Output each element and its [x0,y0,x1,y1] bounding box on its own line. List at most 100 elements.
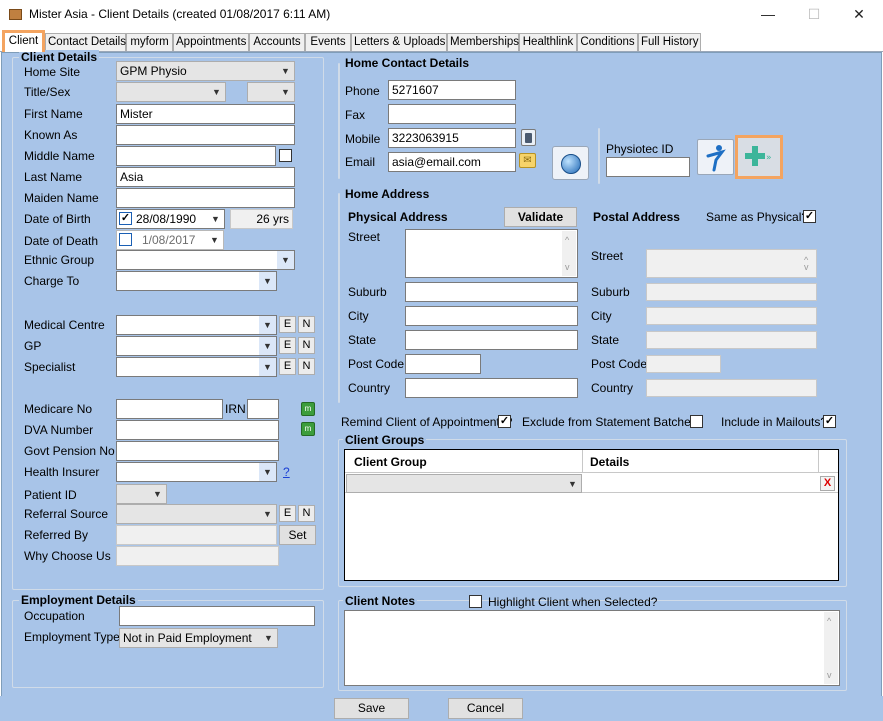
chevron-down-icon: ▼ [259,463,276,481]
dva-input[interactable] [116,420,279,440]
fax-input[interactable] [388,104,516,124]
physical-city-label: City [348,309,369,323]
exclude-checkbox[interactable] [690,415,703,428]
notes-scrollbar[interactable] [824,612,838,684]
physiotec-add-button[interactable]: » [735,135,783,179]
street-scrollbar[interactable] [562,231,576,276]
referral-edit-button[interactable]: E [279,505,296,522]
title-select[interactable]: ▼ [116,82,226,102]
highlight-checkbox[interactable] [469,595,482,608]
gp-edit-button[interactable]: E [279,337,296,354]
middle-name-input[interactable] [116,146,276,166]
tab-full-history[interactable]: Full History [638,33,701,51]
physical-street-input[interactable] [405,229,578,278]
physical-suburb-input[interactable] [405,282,578,302]
tab-letters-uploads[interactable]: Letters & Uploads [351,33,447,51]
irn-input[interactable] [247,399,279,419]
dva-lookup-icon[interactable]: m [301,422,315,436]
tab-healthlink[interactable]: Healthlink [519,33,577,51]
dod-checkbox[interactable] [119,233,132,246]
ethnic-group-label: Ethnic Group [24,253,95,267]
specialist-new-button[interactable]: N [298,358,315,375]
dod-picker[interactable]: 1/08/2017 ▼ [116,230,224,250]
tab-conditions[interactable]: Conditions [577,33,638,51]
health-insurer-select[interactable]: ▼ [116,462,277,482]
minimize-button[interactable]: — [758,5,778,23]
medicare-lookup-icon[interactable]: m [301,402,315,416]
postal-street-label: Street [591,249,624,263]
physical-state-label: State [348,333,377,347]
known-as-input[interactable] [116,125,295,145]
specialist-select[interactable]: ▼ [116,357,277,377]
mobile-input[interactable]: 3223063915 [388,128,516,148]
tab-contact-details[interactable]: Contact Details [45,33,126,51]
physical-postcode-input[interactable] [405,354,481,374]
occupation-input[interactable] [119,606,315,626]
email-envelope-icon[interactable]: ✉ [519,153,536,168]
postal-street-scrollbar[interactable] [801,251,815,276]
middle-name-checkbox[interactable] [279,149,292,162]
sex-select[interactable]: ▼ [247,82,295,102]
physiotec-person-icon[interactable] [697,139,734,175]
mobile-sms-icon[interactable] [521,129,536,146]
gp-new-button[interactable]: N [298,337,315,354]
delete-row-icon[interactable]: X [820,476,835,491]
client-group-select[interactable]: ▼ [346,474,582,493]
physiotec-label: Physiotec ID [606,142,674,156]
tab-client[interactable]: Client [2,30,45,52]
tab-myform[interactable]: myform [126,33,173,51]
referred-by-set-button[interactable]: Set [279,525,316,545]
postal-postcode-input[interactable] [646,355,721,373]
referral-new-button[interactable]: N [298,505,315,522]
charge-to-select[interactable]: ▼ [116,271,277,291]
employment-type-select[interactable]: Not in Paid Employment ▼ [119,628,278,648]
close-button[interactable]: ✕ [849,5,869,23]
medical-centre-select[interactable]: ▼ [116,315,277,335]
insurer-help-link[interactable]: ? [283,465,290,479]
medical-centre-new-button[interactable]: N [298,316,315,333]
postal-street-input[interactable] [646,249,817,278]
remind-label: Remind Client of Appointments? [341,415,513,429]
cancel-button[interactable]: Cancel [448,698,523,719]
home-site-select[interactable]: GPM Physio ▼ [116,61,295,81]
tab-events[interactable]: Events [305,33,351,51]
tab-appointments[interactable]: Appointments [173,33,249,51]
ethnic-group-select[interactable]: ▼ [116,250,295,270]
last-name-input[interactable]: Asia [116,167,295,187]
col-client-group[interactable]: Client Group [354,455,427,469]
same-as-physical-checkbox[interactable]: ✓ [803,210,816,223]
why-choose-us-input[interactable] [116,546,279,566]
remind-checkbox[interactable]: ✓ [498,415,511,428]
referred-by-input[interactable] [116,525,277,545]
postal-city-input[interactable] [646,307,817,325]
globe-icon[interactable] [552,146,589,180]
referral-source-select[interactable]: ▼ [116,504,277,524]
specialist-edit-button[interactable]: E [279,358,296,375]
first-name-input[interactable]: Mister [116,104,295,124]
medical-centre-edit-button[interactable]: E [279,316,296,333]
validate-button[interactable]: Validate [504,207,577,227]
dob-checkbox[interactable]: ✓ [119,212,132,225]
medicare-input[interactable] [116,399,223,419]
postal-country-input[interactable] [646,379,817,397]
physical-city-input[interactable] [405,306,578,326]
mailouts-checkbox[interactable]: ✓ [823,415,836,428]
maximize-button[interactable]: ☐ [804,5,824,23]
tab-accounts[interactable]: Accounts [249,33,305,51]
physical-country-input[interactable] [405,378,578,398]
pension-input[interactable] [116,441,279,461]
gp-select[interactable]: ▼ [116,336,277,356]
postal-state-input[interactable] [646,331,817,349]
postal-suburb-input[interactable] [646,283,817,301]
dob-picker[interactable]: 28/08/1990 ▼ [116,209,225,229]
patient-id-select[interactable]: ▼ [116,484,167,504]
physical-state-input[interactable] [405,330,578,350]
phone-input[interactable]: 5271607 [388,80,516,100]
maiden-name-input[interactable] [116,188,295,208]
col-details[interactable]: Details [590,455,629,469]
tab-memberships[interactable]: Memberships [447,33,519,51]
email-input[interactable]: asia@email.com [388,152,516,172]
physiotec-input[interactable] [606,157,690,177]
client-notes-textarea[interactable] [344,610,840,686]
save-button[interactable]: Save [334,698,409,719]
